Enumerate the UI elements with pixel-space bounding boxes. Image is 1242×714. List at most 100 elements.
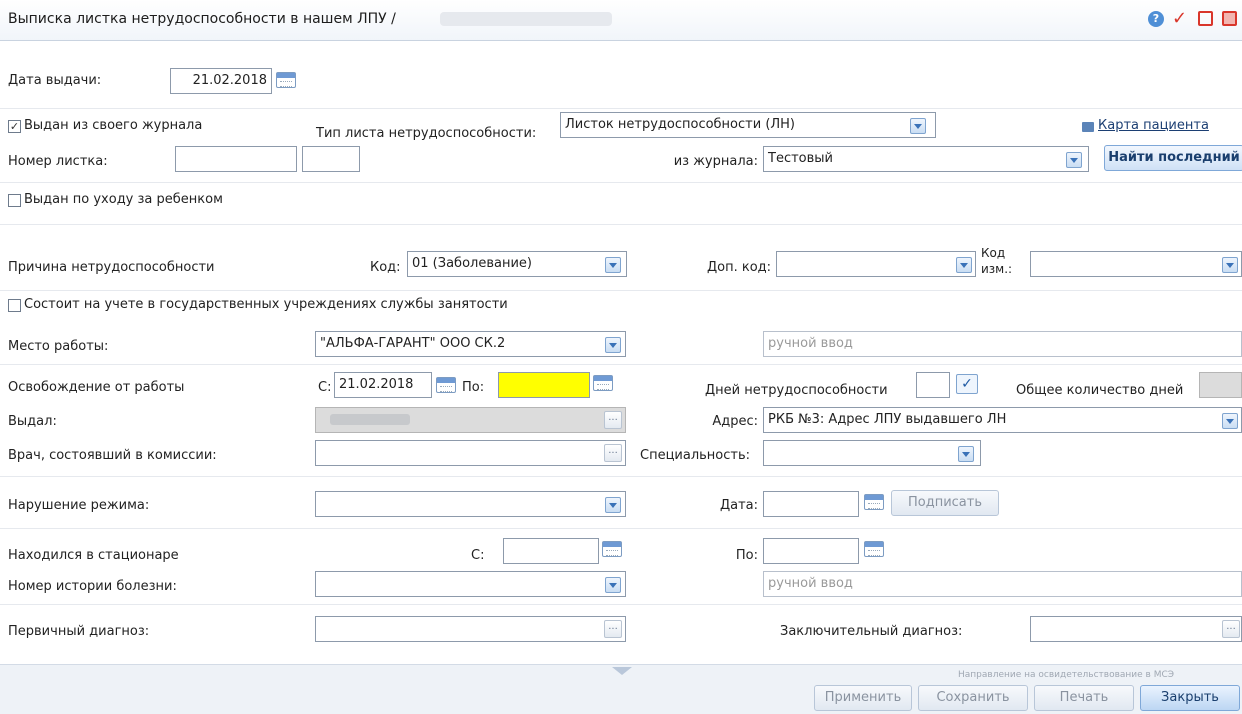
issued-by-blurred (330, 414, 410, 425)
window-title-blurred (440, 12, 612, 26)
divider (0, 528, 1242, 529)
divider (0, 476, 1242, 477)
sheet-number-series-input[interactable] (175, 146, 297, 172)
own-journal-checkbox[interactable]: ✓ (8, 120, 21, 133)
reason-code-select[interactable]: 01 (Заболевание) (407, 251, 627, 277)
address-select[interactable]: РКБ №3: Адрес ЛПУ выдавшего ЛН (763, 407, 1242, 433)
window-title: Выписка листка нетрудоспособности в наше… (8, 11, 396, 27)
hospital-from-label: С: (471, 548, 485, 563)
extra-code-select[interactable] (776, 251, 976, 277)
sheet-number-label: Номер листка: (8, 154, 108, 169)
issued-by-label: Выдал: (8, 414, 57, 429)
workplace-manual-input[interactable]: ручной ввод (763, 331, 1242, 357)
days-label: Дней нетрудоспособности (705, 383, 888, 398)
release-to-label: По: (462, 380, 485, 395)
journal-select[interactable]: Тестовый (763, 146, 1089, 172)
divider (0, 182, 1242, 183)
release-to-input[interactable] (498, 372, 590, 398)
calendar-icon[interactable] (864, 494, 884, 510)
release-from-input[interactable]: 21.02.2018 (334, 372, 432, 398)
calendar-icon[interactable] (593, 375, 613, 391)
chevron-down-icon[interactable] (605, 497, 621, 513)
violation-date-label: Дата: (719, 498, 758, 513)
divider (0, 108, 1242, 109)
total-days-label: Общее количество дней (1016, 383, 1184, 398)
issue-date-label: Дата выдачи: (8, 73, 102, 88)
reason-code-label: Код: (370, 260, 401, 275)
sheet-number-input[interactable] (302, 146, 360, 172)
mse-referral-link[interactable]: Направление на освидетельствование в МСЭ (958, 670, 1174, 680)
child-care-checkbox[interactable] (8, 194, 21, 207)
specialty-select[interactable] (763, 440, 981, 466)
hospital-to-input[interactable] (763, 538, 859, 564)
apply-button[interactable]: Применить (814, 685, 912, 711)
history-number-select[interactable] (315, 571, 626, 597)
chevron-down-icon[interactable] (1222, 257, 1238, 273)
primary-diagnosis-label: Первичный диагноз: (8, 624, 150, 639)
chevron-down-icon[interactable] (1222, 413, 1238, 429)
hospital-from-input[interactable] (503, 538, 599, 564)
ellipsis-icon[interactable]: ... (604, 444, 622, 462)
print-button[interactable]: Печать (1034, 685, 1134, 711)
employment-service-checkbox[interactable] (8, 299, 21, 312)
calendar-icon[interactable] (864, 541, 884, 557)
divider (0, 224, 1242, 225)
chevron-down-icon[interactable] (605, 257, 621, 273)
ellipsis-icon[interactable]: ... (604, 620, 622, 638)
release-from-label: С: (318, 380, 332, 395)
patient-card-icon (1082, 122, 1094, 132)
issue-date-input[interactable]: 21.02.2018 (170, 68, 272, 94)
chevron-down-icon[interactable] (605, 577, 621, 593)
help-icon[interactable]: ? (1148, 11, 1164, 27)
chevron-down-icon[interactable] (1066, 152, 1082, 168)
hospital-to-label: По: (735, 548, 758, 563)
final-diagnosis-label: Заключительный диагноз: (780, 624, 963, 639)
workplace-select[interactable]: "АЛЬФА-ГАРАНТ" ООО СК.2 (315, 331, 626, 357)
release-label: Освобождение от работы (8, 380, 185, 395)
divider (0, 604, 1242, 605)
child-care-label: Выдан по уходу за ребенком (24, 192, 223, 207)
violation-date-input[interactable] (763, 491, 859, 517)
calendar-icon[interactable] (602, 541, 622, 557)
primary-diagnosis-input[interactable] (315, 616, 626, 642)
history-number-manual-input[interactable]: ручной ввод (763, 571, 1242, 597)
final-diagnosis-input[interactable] (1030, 616, 1242, 642)
sheet-type-select[interactable]: Листок нетрудоспособности (ЛН) (560, 112, 936, 138)
chevron-down-icon[interactable] (956, 257, 972, 273)
calendar-icon[interactable] (276, 72, 296, 88)
chevron-down-icon[interactable] (910, 118, 926, 134)
minimize-icon[interactable] (1198, 11, 1213, 26)
total-days-input (1199, 372, 1242, 398)
close-button[interactable]: Закрыть (1140, 685, 1240, 711)
extra-code-label: Доп. код: (707, 260, 772, 275)
days-checkmark-icon[interactable]: ✓ (956, 374, 978, 394)
ellipsis-icon[interactable]: ... (604, 411, 622, 429)
commission-doctor-label: Врач, состоявший в комиссии: (8, 448, 217, 463)
calendar-icon[interactable] (436, 377, 456, 393)
workplace-label: Место работы: (8, 339, 109, 354)
employment-service-label: Состоит на учете в государственных учреж… (24, 297, 508, 312)
commission-doctor-input[interactable] (315, 440, 626, 466)
own-journal-label: Выдан из своего журнала (24, 118, 203, 133)
ellipsis-icon[interactable]: ... (1222, 620, 1240, 638)
save-button[interactable]: Сохранить (918, 685, 1028, 711)
chevron-down-icon[interactable] (958, 446, 974, 462)
expand-chevron-icon[interactable] (612, 667, 632, 675)
find-last-button[interactable]: Найти последний (1104, 145, 1242, 171)
patient-card-link[interactable]: Карта пациента (1098, 118, 1209, 133)
sign-button[interactable]: Подписать (891, 490, 999, 516)
chevron-down-icon[interactable] (605, 337, 621, 353)
divider (0, 364, 1242, 365)
hospital-label: Находился в стационаре (8, 548, 179, 563)
close-icon[interactable] (1222, 11, 1237, 26)
check-icon[interactable]: ✓ (1172, 8, 1187, 29)
reason-label: Причина нетрудоспособности (8, 260, 215, 275)
violation-select[interactable] (315, 491, 626, 517)
footer-bar: Направление на освидетельствование в МСЭ… (0, 664, 1242, 714)
journal-label: из журнала: (673, 154, 758, 169)
change-code-select[interactable] (1030, 251, 1242, 277)
title-bar: Выписка листка нетрудоспособности в наше… (0, 0, 1242, 41)
days-input[interactable] (916, 372, 950, 398)
specialty-label: Специальность: (640, 448, 751, 463)
divider (0, 290, 1242, 291)
